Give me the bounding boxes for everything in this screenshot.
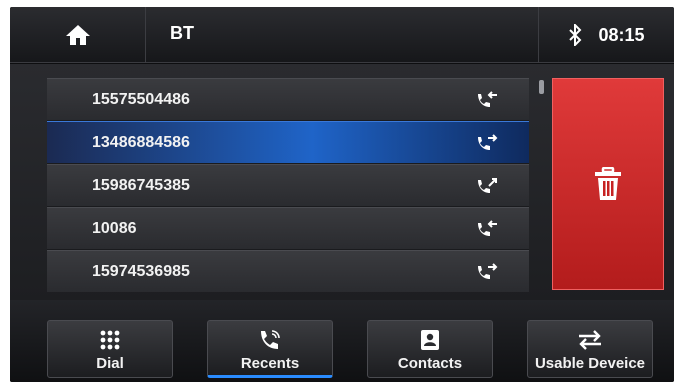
outgoing-call-icon	[478, 263, 498, 279]
home-button[interactable]	[10, 7, 146, 63]
phone-number: 13486884586	[92, 133, 190, 151]
nav-dial-button[interactable]: Dial	[47, 320, 173, 378]
page-title: BT	[170, 23, 194, 43]
incoming-call-icon	[478, 91, 497, 107]
recent-calls-list: 15575504486 13486884586 15986745385 1008…	[47, 78, 529, 292]
incoming-call-icon	[478, 220, 497, 236]
call-row[interactable]: 15986745385	[47, 164, 529, 206]
nav-usable-device-button[interactable]: Usable Deveice	[527, 320, 653, 378]
missed-call-icon	[478, 178, 497, 193]
scroll-thumb[interactable]	[539, 80, 544, 94]
nav-label: Dial	[96, 355, 124, 372]
nav-label: Contacts	[397, 355, 463, 372]
contacts-icon	[421, 330, 439, 350]
nav-recents-button[interactable]: Recents	[207, 320, 333, 378]
home-icon	[65, 25, 90, 45]
phone-number: 15986745385	[92, 176, 190, 194]
clock: 08:15	[598, 24, 645, 45]
nav-contacts-button[interactable]: Contacts	[367, 320, 493, 378]
content-area: 15575504486 13486884586 15986745385 1008…	[10, 64, 674, 300]
phone-wave-icon	[261, 330, 280, 349]
swap-arrows-icon	[579, 330, 601, 350]
call-row[interactable]: 15974536985	[47, 250, 529, 292]
bluetooth-icon	[569, 24, 582, 46]
phone-number: 15974536985	[92, 262, 190, 280]
phone-number: 15575504486	[92, 90, 190, 108]
status-area: 08:15	[538, 7, 674, 63]
nav-label: Usable Deveice	[534, 355, 646, 372]
call-row-selected[interactable]: 13486884586	[47, 121, 529, 163]
outgoing-call-icon	[478, 134, 498, 150]
list-scrollbar[interactable]	[538, 78, 546, 290]
bt-screen: BT 08:15 15575504486 13486884586 1598674…	[10, 7, 674, 382]
delete-button[interactable]	[552, 78, 664, 290]
dialpad-icon	[100, 330, 120, 350]
trash-icon	[595, 167, 621, 200]
phone-number: 10086	[92, 219, 137, 237]
call-row[interactable]: 15575504486	[47, 78, 529, 120]
nav-label: Recents	[240, 355, 300, 372]
bottom-nav: Dial Recents Contacts Usable Deveice	[10, 300, 674, 382]
header: BT 08:15	[10, 7, 674, 63]
call-row[interactable]: 10086	[47, 207, 529, 249]
